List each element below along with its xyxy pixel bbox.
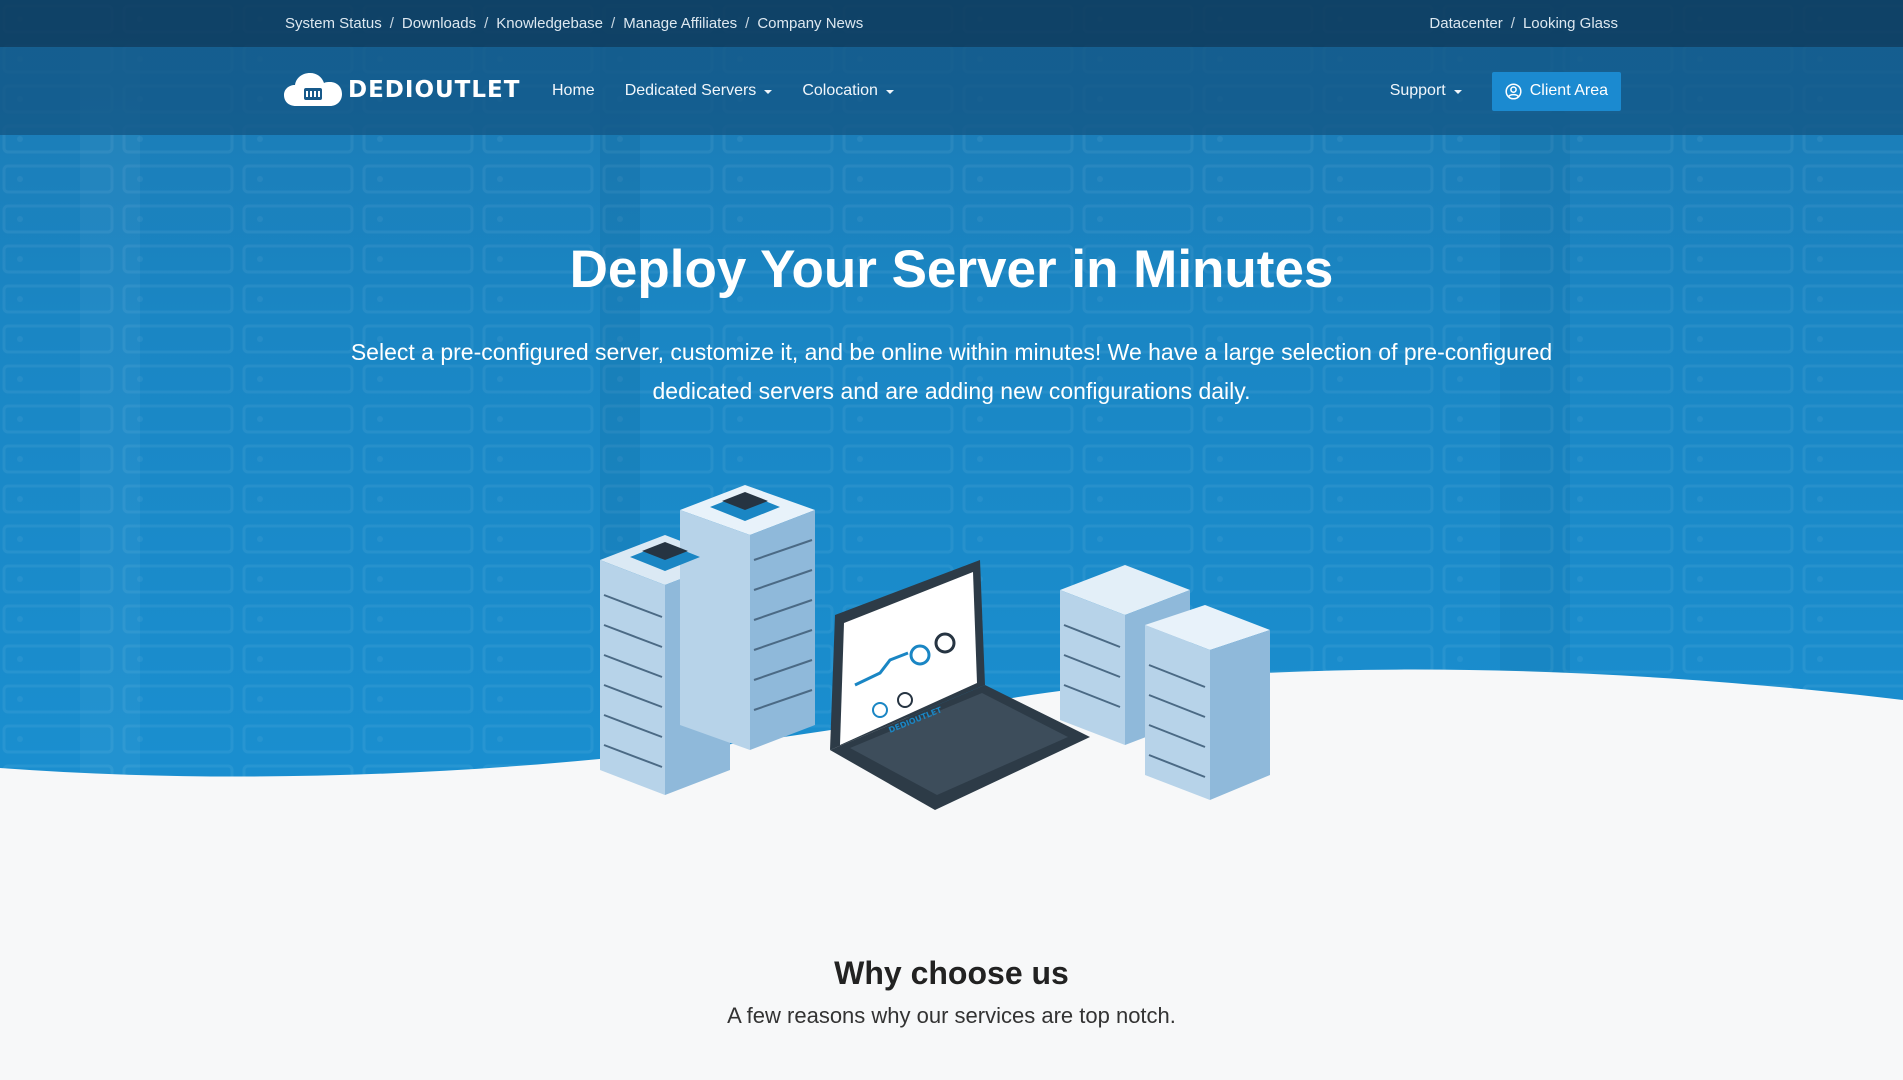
- hero-title-light: in Minutes: [1071, 240, 1334, 299]
- nav-item-label: Home: [552, 82, 595, 99]
- separator: /: [484, 15, 489, 32]
- caret-down-icon: [764, 89, 773, 94]
- main-navbar: DEDIOUTLET Home Dedicated Servers Coloca…: [0, 47, 1903, 135]
- section-subtitle: A few reasons why our services are top n…: [727, 1003, 1176, 1028]
- datacenter-link[interactable]: Datacenter: [1429, 15, 1502, 32]
- client-area-label: Client Area: [1529, 82, 1608, 99]
- nav-item-label: Colocation: [802, 82, 878, 99]
- caret-down-icon: [1453, 89, 1462, 94]
- caret-down-icon: [885, 89, 894, 94]
- separator: /: [1510, 15, 1515, 32]
- server-illustration: DEDIOUTLET: [600, 485, 1270, 810]
- separator: /: [611, 15, 616, 32]
- cloud-server-icon: [284, 73, 342, 106]
- company-news-link[interactable]: Company News: [757, 15, 863, 32]
- hero-subtitle: Select a pre-configured server, customiz…: [350, 339, 1553, 404]
- user-circle-icon: [1505, 82, 1522, 100]
- manage-affiliates-link[interactable]: Manage Affiliates: [623, 15, 737, 32]
- laptop: DEDIOUTLET: [830, 560, 1090, 810]
- nav-item-dedicated-servers[interactable]: Dedicated Servers: [625, 82, 773, 100]
- client-area-button[interactable]: Client Area: [1491, 71, 1621, 111]
- primary-nav: Home Dedicated Servers Colocation: [552, 47, 924, 135]
- brand-name: DEDIOUTLET: [348, 77, 521, 103]
- topbar-left-links: System Status / Downloads / Knowledgebas…: [285, 0, 863, 47]
- nav-item-label: Dedicated Servers: [624, 82, 757, 99]
- looking-glass-link[interactable]: Looking Glass: [1523, 15, 1618, 32]
- nav-item-colocation[interactable]: Colocation: [802, 82, 894, 100]
- server-rack-right: [1060, 565, 1270, 800]
- support-dropdown[interactable]: Support: [1390, 82, 1462, 100]
- brand-logo[interactable]: DEDIOUTLET: [284, 69, 520, 111]
- nav-item-home[interactable]: Home: [552, 82, 595, 100]
- system-status-link[interactable]: System Status: [285, 15, 382, 32]
- hero-title: Deploy Your Server in Minutes: [0, 238, 1903, 302]
- separator: /: [745, 15, 750, 32]
- downloads-link[interactable]: Downloads: [402, 15, 476, 32]
- top-utility-bar: System Status / Downloads / Knowledgebas…: [0, 0, 1903, 47]
- knowledgebase-link[interactable]: Knowledgebase: [496, 15, 603, 32]
- section-title: Why choose us: [834, 955, 1069, 991]
- support-label: Support: [1389, 82, 1446, 99]
- separator: /: [389, 15, 394, 32]
- nav-right: Support Client Area: [1390, 47, 1621, 135]
- server-rack-left: [600, 485, 815, 795]
- topbar-right-links: Datacenter / Looking Glass: [1429, 0, 1618, 47]
- hero-title-bold: Deploy Your Server: [569, 240, 1057, 299]
